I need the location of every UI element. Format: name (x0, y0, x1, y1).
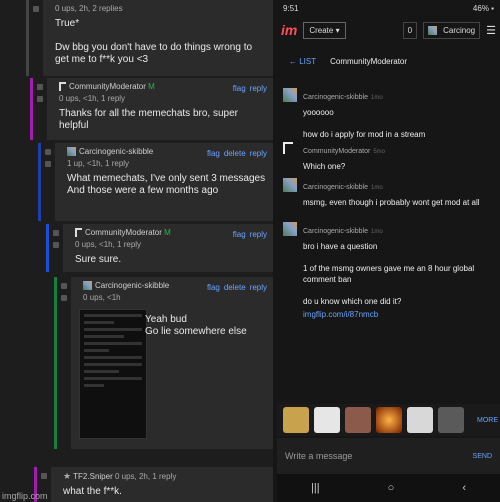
comment-meta: 0 ups, <1h (83, 293, 121, 302)
status-right: 46% ▪ (472, 4, 494, 13)
star-icon: ★ (63, 471, 72, 481)
sticker-meme-face[interactable] (407, 407, 433, 433)
user-menu-button[interactable]: Carcinog (423, 21, 481, 39)
image-link[interactable]: imgflip.com/i/87nmcb (303, 310, 493, 319)
sticker-woman[interactable] (345, 407, 371, 433)
message-composer: Write a message SEND (277, 438, 500, 474)
imgflip-logo[interactable]: im (281, 22, 297, 38)
back-icon[interactable]: ‹ (462, 482, 466, 494)
username[interactable]: CommunityModerator (85, 228, 162, 237)
comment-thread: 0 ups, 2h, 2 replies True* Dw bbg you do… (0, 0, 273, 502)
send-button[interactable]: SEND (473, 453, 492, 460)
message: CommunityModerator 5mo Which one? (283, 140, 493, 172)
top-bar: im Create ▾ 0 Carcinog ☰ (277, 17, 500, 43)
message-text: msmg, even though i probably wont get mo… (303, 198, 480, 207)
comment-meta: 0 ups, 2h, 2 replies (55, 4, 123, 13)
flag-link[interactable]: flag (233, 84, 246, 93)
message-time: 5mo (373, 149, 385, 155)
comment-meta: 1 up, <1h, 1 reply (67, 159, 130, 168)
recent-apps-icon[interactable]: ||| (311, 482, 320, 494)
vote-column[interactable] (49, 224, 63, 272)
comment-text: what the f**k. (63, 486, 122, 497)
sender-name: CommunityModerator (303, 148, 371, 155)
delete-link[interactable]: delete (224, 149, 246, 158)
sender-name: Carcinogenic-skibble (303, 94, 368, 101)
comment: ★ TF2.Sniper 0 ups, 2h, 1 reply what the… (34, 467, 273, 502)
sticker-trollface[interactable] (314, 407, 340, 433)
create-button[interactable]: Create ▾ (303, 21, 346, 39)
screenshot-thumbnail[interactable] (79, 309, 147, 439)
avatar (283, 142, 293, 154)
avatar (59, 82, 66, 92)
conversation-header: ← LIST CommunityModerator (277, 49, 500, 73)
comment: Carcinogenic-skibble 0 ups, <1h Yeah bud… (54, 277, 273, 449)
mod-badge: M (148, 82, 155, 91)
sticker-doge[interactable] (283, 407, 309, 433)
comment: 0 ups, 2h, 2 replies True* Dw bbg you do… (26, 0, 273, 76)
message-time: 1mo (370, 185, 383, 191)
notification-count[interactable]: 0 (402, 21, 418, 39)
comment: CommunityModerator M 0 ups, <1h, 1 reply… (46, 224, 273, 272)
comment: CommunityModerator M 0 ups, <1h, 1 reply… (30, 78, 273, 140)
sender-name: Carcinogenic-skibble (303, 184, 368, 191)
android-nav-bar: ||| ○ ‹ (277, 474, 500, 502)
vote-column[interactable] (33, 78, 47, 140)
status-bar: 9:51 46% ▪ (277, 0, 500, 17)
delete-link[interactable]: delete (224, 283, 246, 292)
avatar (283, 88, 297, 102)
avatar (67, 147, 76, 157)
comment-text: True* Dw bbg you don't have to do things… (55, 18, 253, 65)
reply-link[interactable]: reply (250, 283, 267, 292)
message-input[interactable]: Write a message (285, 451, 352, 461)
message-text: Which one? (303, 162, 346, 171)
sticker-cat[interactable] (438, 407, 464, 433)
username[interactable]: TF2.Sniper (73, 472, 113, 481)
avatar (428, 25, 438, 35)
menu-icon[interactable]: ☰ (486, 24, 496, 37)
username: Carcinog (443, 25, 476, 35)
flag-link[interactable]: flag (207, 149, 220, 158)
mod-badge: M (164, 228, 171, 237)
comment-text: Sure sure. (75, 254, 122, 265)
comment: Carcinogenic-skibble 1 up, <1h, 1 reply … (38, 143, 273, 221)
more-stickers-button[interactable]: MORE (477, 417, 498, 424)
status-time: 9:51 (283, 4, 299, 13)
avatar (75, 228, 82, 238)
message: Carcinogenic-skibble 1mo yoooooo how do i… (283, 86, 493, 140)
sticker-explosion[interactable] (376, 407, 402, 433)
reply-link[interactable]: reply (250, 84, 267, 93)
message-time: 1mo (370, 95, 383, 101)
reply-link[interactable]: reply (250, 230, 267, 239)
message-text: bro i have a question 1 of the msmg owne… (303, 242, 475, 306)
avatar (283, 178, 297, 192)
comment-text: Thanks for all the memechats bro, super … (59, 108, 238, 131)
message-text: yoooooo how do i apply for mod in a stre… (303, 108, 426, 139)
comment-text: What memechats, I've only sent 3 message… (67, 173, 266, 196)
comment-meta: 0 ups, 2h, 1 reply (114, 472, 177, 481)
vote-column[interactable] (29, 0, 43, 76)
avatar (83, 281, 92, 291)
vote-column[interactable] (41, 143, 55, 221)
sender-name: Carcinogenic-skibble (303, 228, 368, 235)
comment-meta: 0 ups, <1h, 1 reply (59, 94, 126, 103)
sticker-row: MORE (277, 404, 500, 436)
avatar (283, 222, 297, 236)
reply-link[interactable]: reply (250, 149, 267, 158)
username[interactable]: CommunityModerator (69, 82, 146, 91)
home-icon[interactable]: ○ (388, 482, 395, 494)
message: Carcinogenic-skibble 1mo bro i have a que… (283, 220, 493, 319)
chat-panel: 9:51 46% ▪ im Create ▾ 0 Carcinog ☰ ← LI… (277, 0, 500, 502)
vote-column[interactable] (57, 277, 71, 449)
username[interactable]: Carcinogenic-skibble (79, 147, 153, 156)
username[interactable]: Carcinogenic-skibble (95, 281, 169, 290)
conversation-name: CommunityModerator (330, 56, 408, 66)
message-time: 1mo (370, 229, 383, 235)
comment-meta: 0 ups, <1h, 1 reply (75, 240, 142, 249)
flag-link[interactable]: flag (233, 230, 246, 239)
back-to-list-button[interactable]: ← LIST (289, 57, 316, 66)
message: Carcinogenic-skibble 1mo msmg, even thoug… (283, 176, 493, 208)
watermark: imgflip.com (2, 491, 48, 501)
comment-text: Yeah bud Go lie somewhere else (145, 314, 247, 337)
flag-link[interactable]: flag (207, 283, 220, 292)
